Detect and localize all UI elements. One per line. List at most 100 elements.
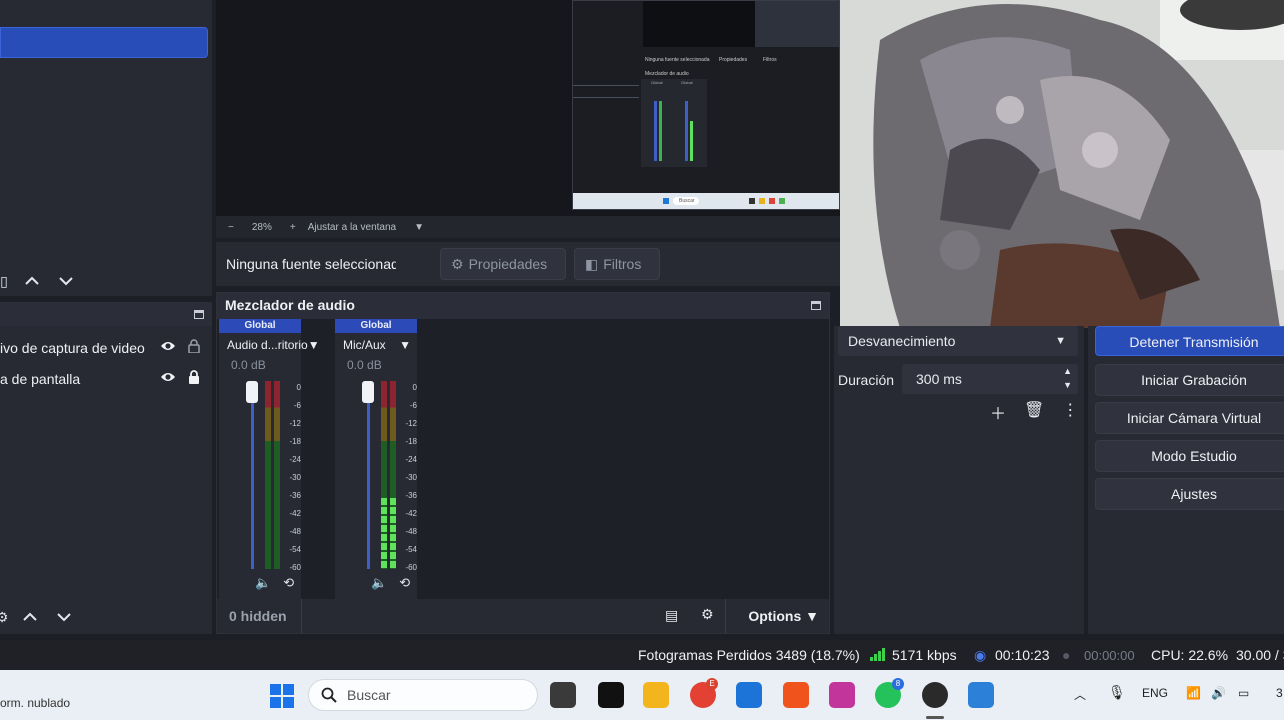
wifi-icon[interactable]: 📶 <box>1186 686 1201 700</box>
taskbar-search[interactable]: Buscar <box>308 679 538 711</box>
source-item[interactable]: ivo de captura de video <box>0 332 212 363</box>
monitor-icon[interactable]: ⟲ <box>283 575 294 591</box>
scene-item-selected[interactable] <box>0 27 208 58</box>
studio-mode-button[interactable]: Modo Estudio <box>1095 440 1284 472</box>
mixer-channel: Global Mic/Aux ▼ 0.0 dB 0 -6 -12 -18 -24 -30 -… <box>335 319 417 599</box>
monitor-icon[interactable]: ⟲ <box>399 575 410 591</box>
start-virtual-cam-button[interactable]: Iniciar Cámara Virtual <box>1095 402 1284 434</box>
duration-spinbox[interactable]: 300 ms ▲ ▼ <box>902 364 1078 394</box>
volume-fader-track[interactable] <box>367 391 370 569</box>
stop-stream-button[interactable]: Detener Transmisión <box>1095 326 1284 356</box>
nested-windows-icon <box>663 198 669 204</box>
nested-divider <box>573 97 639 98</box>
fit-window-label[interactable]: Ajustar a la ventana <box>308 222 396 233</box>
source-label: ivo de captura de video <box>0 339 145 356</box>
app-delta-icon[interactable] <box>598 682 624 708</box>
options-button[interactable]: Options ▼ <box>748 608 819 624</box>
scale-tick-label: -24 <box>289 455 301 464</box>
lock-icon[interactable] <box>188 339 200 356</box>
volume-fader-track[interactable] <box>251 391 254 569</box>
trash-icon[interactable]: 🗑 <box>1024 400 1044 424</box>
nested-app-icon <box>759 198 765 204</box>
obs-icon[interactable] <box>922 682 948 708</box>
microphone-icon[interactable]: 🎙 <box>1108 684 1126 701</box>
app-icon[interactable] <box>968 682 994 708</box>
instagram-icon[interactable] <box>829 682 855 708</box>
zoom-dropdown-icon[interactable]: ▼ <box>414 222 424 233</box>
file-explorer-icon[interactable] <box>643 682 669 708</box>
move-down-icon[interactable] <box>56 271 76 291</box>
decrement-icon[interactable]: ▼ <box>1063 380 1072 390</box>
channel-icons: 🔈 ⟲ <box>371 575 410 591</box>
gear-icon[interactable]: ⚙ <box>0 607 8 627</box>
settings-button[interactable]: Ajustes <box>1095 478 1284 510</box>
volume-icon[interactable]: 🔊 <box>1211 686 1226 700</box>
filters-label: Filtros <box>603 256 642 272</box>
filters-button[interactable]: ◧ Filtros <box>574 248 660 280</box>
nested-text: Propiedades <box>719 57 748 63</box>
level-meter-fill <box>390 497 396 569</box>
sources-toolbar: ⚙ <box>0 602 212 632</box>
eye-icon[interactable] <box>160 339 176 356</box>
float-dock-icon[interactable] <box>194 309 204 319</box>
zoom-in-icon[interactable]: + <box>290 222 296 233</box>
scale-tick-label: 0 <box>412 383 417 392</box>
move-up-icon[interactable] <box>20 607 40 627</box>
file-app-icon[interactable] <box>550 682 576 708</box>
advanced-audio-icon[interactable]: ⚙ <box>701 606 714 623</box>
scenes-dock: ▯ <box>0 0 212 296</box>
weather-text[interactable]: orm. nublado <box>0 696 70 710</box>
zoom-out-icon[interactable]: − <box>228 222 234 233</box>
volume-fader-handle[interactable] <box>246 381 258 403</box>
level-meter <box>265 381 271 569</box>
scale-tick-label: -12 <box>289 419 301 428</box>
level-meter <box>381 381 387 569</box>
scale-tick-label: -18 <box>405 437 417 446</box>
float-dock-icon[interactable] <box>811 301 821 310</box>
lock-icon[interactable] <box>188 370 200 387</box>
move-down-icon[interactable] <box>54 607 74 627</box>
channel-menu-icon[interactable]: ▼ <box>308 338 320 352</box>
move-up-icon[interactable] <box>22 271 42 291</box>
language-indicator[interactable]: ENG <box>1142 686 1168 700</box>
store-icon[interactable] <box>736 682 762 708</box>
transition-select[interactable]: Desvanecimiento ▼ <box>838 326 1078 356</box>
chrome-badge: E <box>706 678 718 690</box>
nested-app-icon <box>769 198 775 204</box>
whatsapp-badge: 8 <box>892 678 904 690</box>
start-recording-button[interactable]: Iniciar Grabación <box>1095 364 1284 396</box>
windows-start-icon[interactable] <box>270 684 294 711</box>
nested-preview-image: Ninguna fuente seleccionada Propiedades … <box>572 0 840 210</box>
scale-tick-label: -54 <box>405 545 417 554</box>
nested-app-icon <box>779 198 785 204</box>
divider <box>301 599 302 633</box>
channel-name[interactable]: Mic/Aux ▼ <box>335 333 417 352</box>
nested-text: Global <box>651 80 663 85</box>
channel-name[interactable]: Audio d...ritorio ▼ <box>219 333 320 352</box>
cpu-usage: CPU: 22.6% <box>1151 647 1229 663</box>
increment-icon[interactable]: ▲ <box>1063 366 1072 376</box>
battery-icon[interactable]: ▭ <box>1238 686 1249 700</box>
preview-zoom-bar: − 28% + Ajustar a la ventana ▼ <box>216 216 840 238</box>
level-meter-fill <box>381 497 387 569</box>
nested-text: Filtros <box>763 57 777 63</box>
add-icon[interactable]: ＋ <box>990 400 1006 424</box>
properties-button[interactable]: ⚙ Propiedades <box>440 248 566 280</box>
more-icon[interactable]: ⋮ <box>1062 400 1078 424</box>
scene-filter-icon[interactable]: ▯ <box>0 271 8 291</box>
mute-icon[interactable]: 🔈 <box>371 575 387 591</box>
clock-partial[interactable]: 3 <box>1276 686 1283 700</box>
nested-fader <box>685 101 688 161</box>
channel-menu-icon[interactable]: ▼ <box>399 338 411 352</box>
eye-icon[interactable] <box>160 370 176 387</box>
source-item[interactable]: a de pantalla <box>0 363 212 394</box>
brave-icon[interactable] <box>783 682 809 708</box>
scale-tick-label: -48 <box>289 527 301 536</box>
volume-fader-handle[interactable] <box>362 381 374 403</box>
tray-chevron-icon[interactable]: ︿ <box>1074 686 1086 703</box>
gear-icon: ⚙ <box>451 255 464 272</box>
hidden-count[interactable]: 0 hidden <box>229 608 287 624</box>
mute-icon[interactable]: 🔈 <box>255 575 271 591</box>
layout-icon[interactable]: ▤ <box>665 607 678 624</box>
scale-tick-label: -6 <box>409 401 417 410</box>
